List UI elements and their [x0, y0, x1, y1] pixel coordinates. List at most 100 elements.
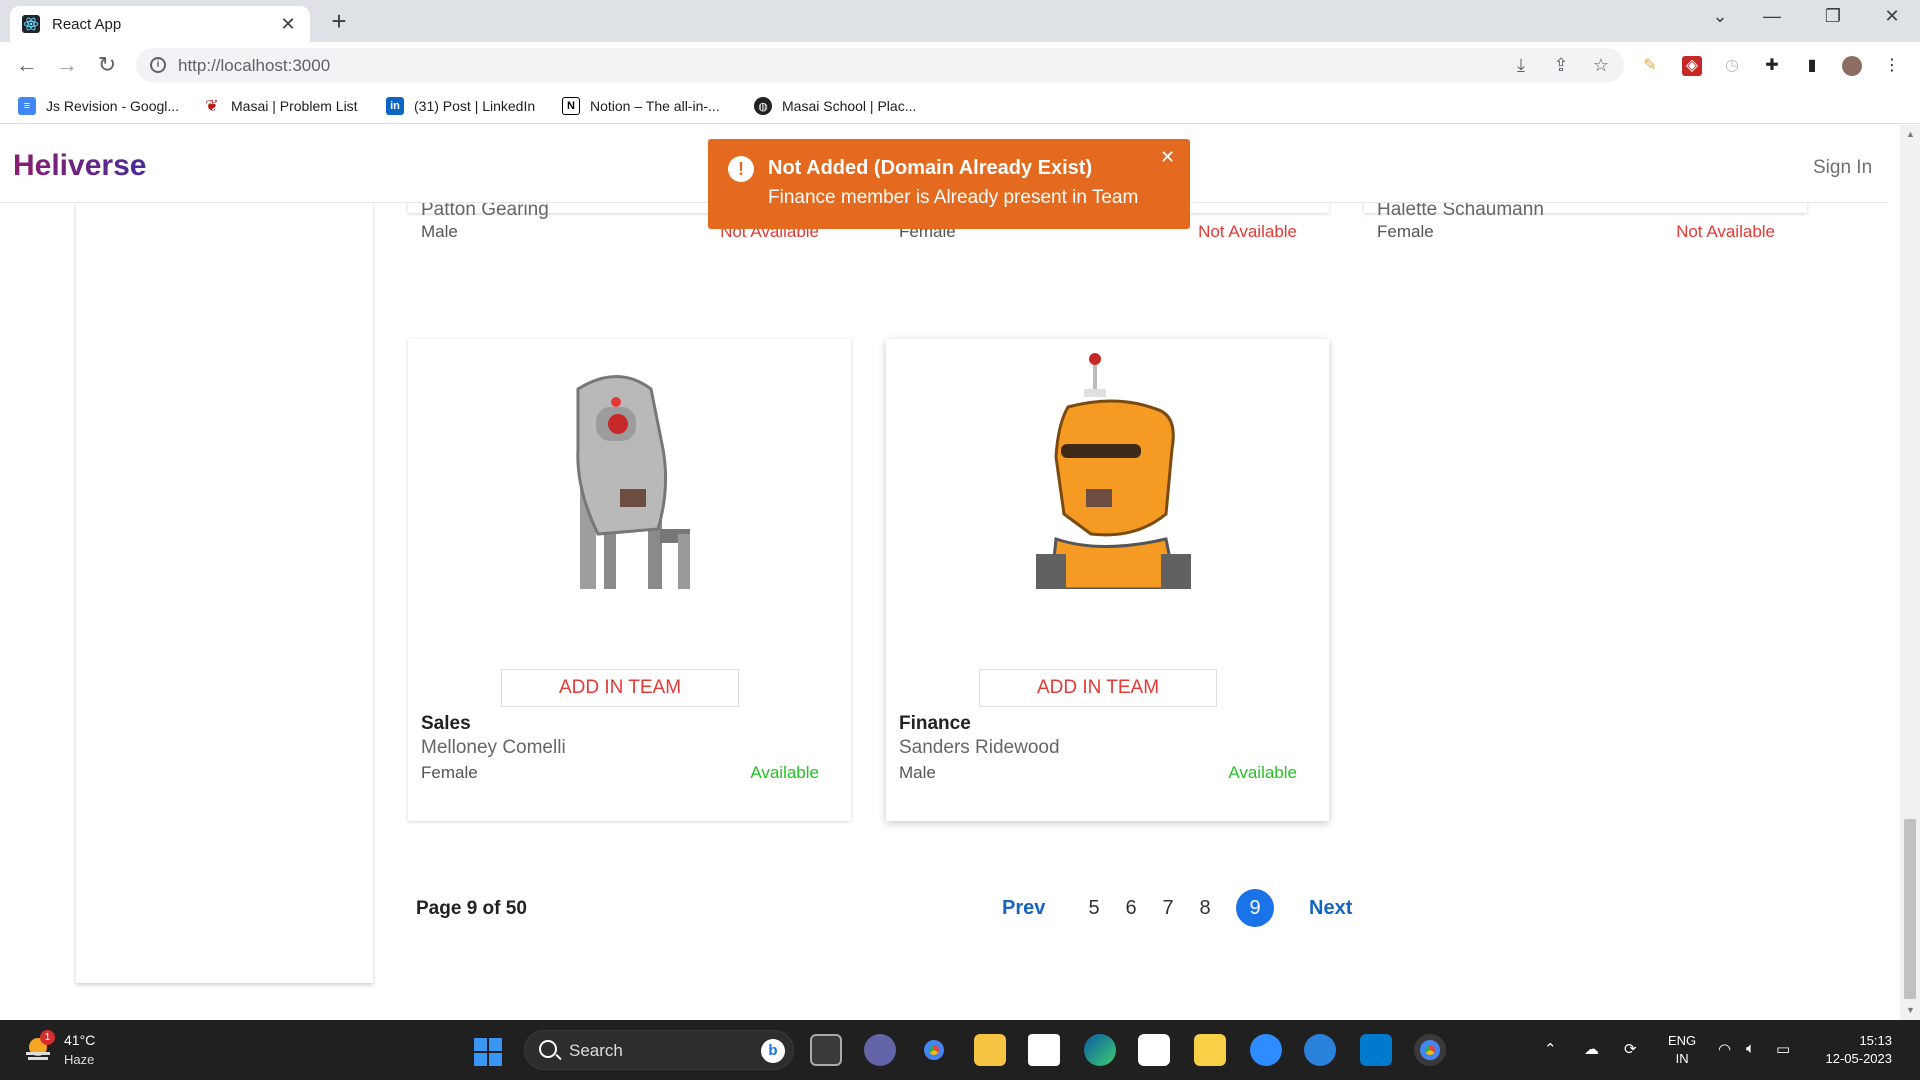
taskbar-search-label: Search — [569, 1041, 623, 1060]
forward-icon[interactable]: → — [52, 52, 82, 78]
notion-icon: N — [562, 97, 580, 115]
taskbar-search[interactable]: Search b — [524, 1030, 794, 1070]
sync-icon[interactable]: ⟳ — [1624, 1040, 1637, 1058]
availability-status: Not Available — [1676, 222, 1775, 241]
user-gender: Male — [421, 222, 458, 241]
tray-overflow-icon[interactable]: ⌃ — [1544, 1040, 1557, 1058]
back-icon[interactable]: ← — [12, 52, 42, 78]
availability-status: Available — [750, 763, 819, 782]
clock-time: 15:13 — [1859, 1033, 1892, 1048]
user-domain: Sales — [421, 713, 471, 734]
menu-kebab-icon[interactable]: ⋮ — [1882, 56, 1902, 76]
user-card: ADD IN TEAM Sales Melloney Comelli Femal… — [408, 339, 851, 821]
address-bar[interactable]: i http://localhost:3000 ⤓ ⇪ ☆ — [136, 48, 1624, 82]
windows-taskbar: 1 41°C Haze Search b ⌃ ☁ ⟳ ENG IN ◠ 🔈︎ ▭… — [0, 1020, 1920, 1080]
side-panel-icon[interactable]: ▮ — [1802, 56, 1822, 76]
error-toast: ! Not Added (Domain Already Exist) Finan… — [708, 139, 1190, 229]
page-scrollbar[interactable]: ▲ ▼ — [1900, 125, 1920, 1020]
weather-description[interactable]: Haze — [64, 1052, 94, 1067]
task-view-icon[interactable] — [810, 1034, 842, 1066]
bing-icon[interactable]: b — [761, 1039, 785, 1063]
brand-logo[interactable]: Heliverse — [13, 149, 146, 183]
postman-pad-icon[interactable] — [1194, 1034, 1226, 1066]
sign-in-link[interactable]: Sign In — [1813, 157, 1872, 179]
windows-start-icon[interactable] — [474, 1038, 502, 1066]
teams-chat-icon[interactable] — [864, 1034, 896, 1066]
bookmark-label: (31) Post | LinkedIn — [414, 98, 536, 114]
bookmark-notion[interactable]: N Notion – The all-in-... — [562, 94, 720, 118]
battery-icon[interactable]: ▭ — [1776, 1040, 1790, 1058]
file-explorer-icon[interactable] — [974, 1034, 1006, 1066]
bookmark-js-revision[interactable]: ≡ Js Revision - Googl... — [18, 94, 179, 118]
page-button[interactable]: 6 — [1119, 888, 1143, 928]
browser-tabstrip: React App ✕ + ⌄ — ❐ ✕ — [0, 0, 1920, 42]
tab-title: React App — [52, 15, 122, 33]
toast-message: Finance member is Already present in Tea… — [768, 187, 1139, 208]
restore-icon[interactable]: ❐ — [1813, 6, 1853, 27]
filter-sidebar — [76, 203, 373, 983]
system-clock[interactable]: 15:13 12-05-2023 — [1812, 1032, 1893, 1068]
notification-badge: 1 — [40, 1030, 55, 1045]
bookmark-label: Masai School | Plac... — [782, 98, 917, 114]
language-indicator[interactable]: ENG IN — [1668, 1032, 1696, 1068]
onedrive-icon[interactable]: ☁ — [1584, 1040, 1599, 1058]
page-button[interactable]: 7 — [1156, 888, 1180, 928]
browser-tab[interactable]: React App ✕ — [10, 6, 310, 42]
install-icon[interactable]: ⤓ — [1508, 55, 1534, 76]
bookmark-masai-problems[interactable]: ❦ Masai | Problem List — [203, 94, 358, 118]
bookmark-star-icon[interactable]: ☆ — [1588, 55, 1614, 76]
scroll-up-icon[interactable]: ▲ — [1906, 129, 1915, 139]
weather-temperature[interactable]: 41°C — [64, 1032, 95, 1048]
pen-extension-icon[interactable]: ✎ — [1640, 56, 1660, 76]
vscode-icon[interactable] — [1360, 1034, 1392, 1066]
warning-icon: ! — [728, 156, 754, 182]
edge-icon[interactable] — [1084, 1034, 1116, 1066]
bookmark-label: Js Revision - Googl... — [46, 98, 180, 114]
availability-status: Not Available — [1198, 222, 1297, 241]
page-button[interactable]: 8 — [1193, 888, 1217, 928]
scroll-thumb[interactable] — [1904, 819, 1916, 999]
microsoft-store-icon[interactable] — [1138, 1034, 1170, 1066]
address-url[interactable]: http://localhost:3000 — [178, 56, 330, 76]
volume-icon[interactable]: 🔈︎ — [1746, 1040, 1755, 1057]
wifi-icon[interactable]: ◠ — [1718, 1040, 1731, 1058]
browser-toolbar: ← → ↻ i http://localhost:3000 ⤓ ⇪ ☆ ✎ ◈ … — [0, 42, 1920, 88]
scroll-down-icon[interactable]: ▼ — [1906, 1005, 1915, 1015]
robot-avatar-orange — [1036, 353, 1191, 589]
tab-close-icon[interactable]: ✕ — [278, 14, 298, 35]
timer-extension-icon[interactable]: ◷ — [1722, 56, 1742, 76]
availability-status: Available — [1228, 763, 1297, 782]
add-in-team-button[interactable]: ADD IN TEAM — [501, 669, 739, 707]
mongodb-compass-icon[interactable] — [1028, 1034, 1060, 1066]
page-info: Page 9 of 50 — [416, 898, 527, 919]
share-icon[interactable]: ⇪ — [1548, 55, 1574, 76]
zoom-icon[interactable] — [1250, 1034, 1282, 1066]
tab-search-icon[interactable]: ⌄ — [1700, 6, 1740, 27]
minimize-icon[interactable]: — — [1752, 6, 1792, 27]
site-info-icon[interactable]: i — [150, 57, 166, 73]
bookmark-masai-placements[interactable]: ◍ Masai School | Plac... — [754, 94, 916, 118]
extensions-puzzle-icon[interactable]: ✚ — [1762, 56, 1782, 76]
next-page-button[interactable]: Next — [1309, 888, 1352, 928]
chrome-icon[interactable] — [918, 1034, 950, 1066]
prev-page-button[interactable]: Prev — [1002, 888, 1045, 928]
bookmark-label: Notion – The all-in-... — [590, 98, 720, 114]
language-code: ENG — [1668, 1033, 1697, 1048]
search-icon — [539, 1040, 557, 1058]
add-in-team-button[interactable]: ADD IN TEAM — [979, 669, 1217, 707]
masai-icon: ❦ — [205, 98, 219, 115]
reload-icon[interactable]: ↻ — [92, 52, 122, 78]
bookmark-linkedin[interactable]: in (31) Post | LinkedIn — [386, 94, 535, 118]
colorpick-extension-icon[interactable]: ◈ — [1682, 56, 1702, 76]
user-card: ADD IN TEAM Finance Sanders Ridewood Mal… — [886, 339, 1329, 821]
chrome-active-icon[interactable] — [1414, 1034, 1446, 1066]
bookmark-label: Masai | Problem List — [231, 98, 358, 114]
help-icon[interactable] — [1304, 1034, 1336, 1066]
close-window-icon[interactable]: ✕ — [1872, 6, 1912, 27]
current-page-button[interactable]: 9 — [1236, 889, 1274, 927]
toast-close-icon[interactable]: ✕ — [1160, 147, 1175, 168]
page-button[interactable]: 5 — [1082, 888, 1106, 928]
new-tab-icon[interactable]: + — [326, 8, 352, 34]
profile-avatar[interactable] — [1842, 56, 1862, 76]
bookmarks-bar: ≡ Js Revision - Googl... ❦ Masai | Probl… — [0, 88, 1920, 124]
